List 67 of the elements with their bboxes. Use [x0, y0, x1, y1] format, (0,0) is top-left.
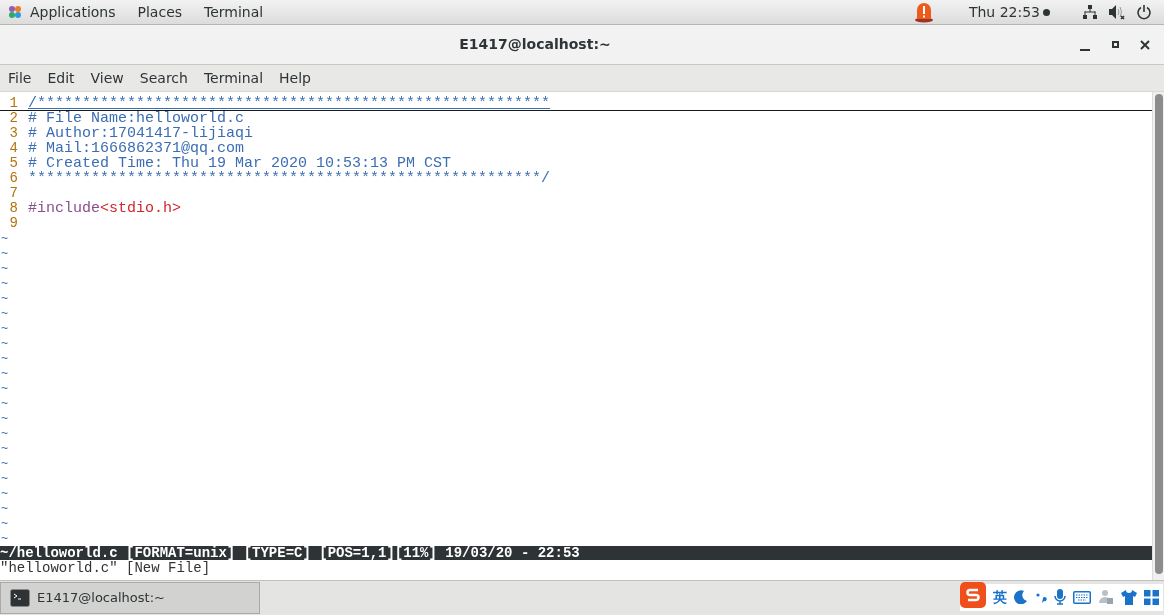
- tilde: ~: [0, 412, 9, 426]
- taskbar-item[interactable]: E1417@localhost:~: [0, 582, 260, 614]
- logo-icon: [8, 5, 22, 19]
- keyboard-icon[interactable]: [1073, 590, 1091, 604]
- code-text: # Mail:1666862371@qq.com: [28, 141, 245, 156]
- line-number: 5: [8, 156, 19, 171]
- microphone-icon[interactable]: [1054, 589, 1066, 605]
- top-menu[interactable]: Applications: [30, 1, 116, 23]
- tilde: ~: [0, 382, 9, 396]
- tilde: ~: [0, 277, 9, 291]
- input-mode[interactable]: 英: [993, 586, 1007, 608]
- tilde: ~: [0, 442, 9, 456]
- shirt-icon[interactable]: [1121, 589, 1137, 605]
- line-number: 2: [8, 111, 19, 126]
- code-text: /*********************************************************: [28, 96, 551, 110]
- menu-item[interactable]: Edit: [47, 67, 75, 89]
- sogou-logo-icon[interactable]: [960, 582, 986, 608]
- top-menu[interactable]: Places: [137, 1, 183, 23]
- clock[interactable]: Thu 22:53: [968, 1, 1040, 23]
- menu-item[interactable]: Help: [279, 67, 311, 89]
- code-text: # Author:17041417-lijiaqi: [28, 126, 254, 141]
- moon-icon[interactable]: [1014, 590, 1028, 604]
- line-number: 8: [8, 201, 19, 216]
- tilde: ~: [0, 502, 9, 516]
- close-icon: [1140, 39, 1150, 50]
- tilde: ~: [0, 322, 9, 336]
- code-text: # Created Time: Thu 19 Mar 2020 10:53:13 PM CST: [28, 156, 452, 171]
- tilde: ~: [0, 262, 9, 276]
- tilde: ~: [0, 517, 9, 531]
- line-number: 3: [8, 126, 19, 141]
- line-number: 9: [8, 216, 19, 231]
- tilde: ~: [0, 307, 9, 321]
- line-number: 6: [8, 171, 19, 186]
- menu-item[interactable]: File: [8, 67, 32, 89]
- code-text: #include: [28, 201, 100, 216]
- grid-icon[interactable]: [1144, 589, 1159, 605]
- tilde: ~: [0, 232, 9, 246]
- line-number: 1: [8, 96, 19, 110]
- menu-item[interactable]: View: [90, 67, 124, 89]
- network-icon[interactable]: [1082, 4, 1098, 20]
- code-text: <stdio.h>: [100, 201, 182, 216]
- code-text: *********************************************************/: [28, 171, 551, 186]
- tilde: ~: [0, 427, 9, 441]
- tilde: ~: [0, 352, 9, 366]
- volume-muted-icon[interactable]: [1108, 4, 1126, 20]
- tilde: ~: [0, 532, 9, 546]
- tilde: ~: [0, 457, 9, 471]
- tilde: ~: [0, 472, 9, 486]
- user-icon[interactable]: [1098, 589, 1114, 605]
- tilde: ~: [0, 337, 9, 351]
- terminal-icon: [10, 589, 30, 607]
- tilde: ~: [0, 397, 9, 411]
- menu-item[interactable]: Terminal: [203, 67, 264, 89]
- power-icon[interactable]: [1136, 4, 1152, 20]
- menu-item[interactable]: Search: [139, 67, 188, 89]
- window-title: E1417@localhost:~: [459, 35, 611, 54]
- tilde: ~: [0, 487, 9, 501]
- code-text: # File Name:helloworld.c: [28, 111, 245, 126]
- top-menu[interactable]: Terminal: [204, 1, 264, 23]
- scrollbar[interactable]: [1152, 92, 1164, 580]
- line-number: 4: [8, 141, 19, 156]
- line-number: 7: [8, 186, 19, 201]
- tilde: ~: [0, 292, 9, 306]
- message-line: "helloworld.c" [New File]: [0, 561, 212, 575]
- alert-icon[interactable]: [912, 1, 935, 23]
- tilde: ~: [0, 247, 9, 261]
- tilde: ~: [0, 367, 9, 381]
